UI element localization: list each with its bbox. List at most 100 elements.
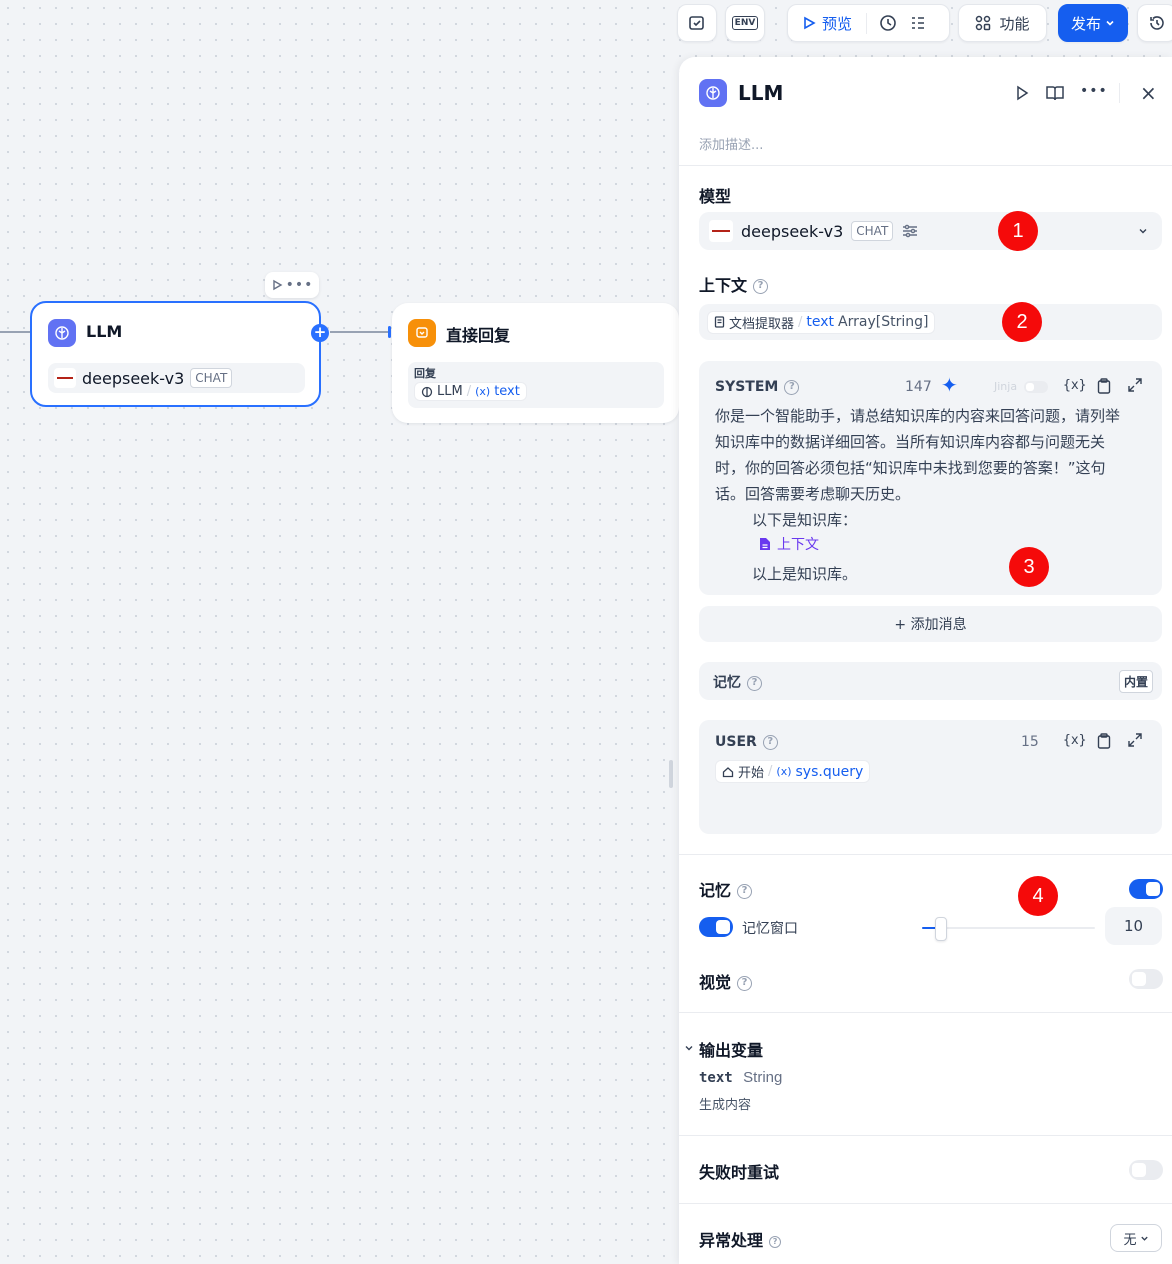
document-extractor-icon xyxy=(714,316,725,328)
output-var-desc: 生成内容 xyxy=(699,1098,752,1113)
user-label: USER? xyxy=(715,734,778,750)
env-icon: ENV xyxy=(731,16,759,30)
checklist-icon xyxy=(689,16,704,30)
error-handling-select[interactable]: 无 xyxy=(1110,1224,1162,1252)
model-label: 模型 xyxy=(699,187,732,206)
context-label: 上下文? xyxy=(699,272,769,296)
header-divider xyxy=(1119,83,1120,103)
close-icon[interactable]: × xyxy=(1140,81,1157,105)
context-var-pill: 文档提取器 / text Array[String] xyxy=(707,310,936,334)
memory-row-label-text: 记忆 xyxy=(713,675,741,691)
panel-resize-handle[interactable] xyxy=(669,760,673,788)
annotation-marker: 1 xyxy=(998,211,1038,251)
node-config-panel: LLM ••• × 添加描述... 模型 deepseek-v3 CHAT 上下… xyxy=(679,57,1172,1264)
model-settings-icon[interactable] xyxy=(901,223,919,239)
slider-thumb[interactable] xyxy=(935,917,948,941)
ai-generate-icon[interactable]: ✦ xyxy=(941,373,958,397)
docs-book-icon[interactable] xyxy=(1046,85,1064,101)
memory-window-toggle[interactable] xyxy=(699,917,733,937)
chevron-down-icon xyxy=(1106,20,1114,26)
answer-node-body: 回复 LLM / (x) text xyxy=(408,362,664,408)
divider xyxy=(679,1203,1172,1204)
more-options-icon[interactable]: ••• xyxy=(1080,83,1108,99)
help-icon[interactable]: ? xyxy=(769,1235,782,1248)
help-icon[interactable]: ? xyxy=(747,675,762,691)
preview-button[interactable]: 预览 xyxy=(802,12,868,34)
divider xyxy=(679,1012,1172,1013)
checklist-button[interactable] xyxy=(677,4,717,42)
memory-label: 记忆? xyxy=(699,877,753,901)
user-prompt-editor[interactable]: USER? 15 {x} 开始 / (x) sys.query xyxy=(699,720,1162,834)
llm-node-model-mode: CHAT xyxy=(190,368,233,388)
copy-icon[interactable] xyxy=(1097,378,1111,394)
retry-toggle[interactable] xyxy=(1129,1160,1163,1180)
help-icon[interactable]: ? xyxy=(753,279,769,294)
user-var-node: 开始 xyxy=(738,766,765,781)
answer-var-name: text xyxy=(494,384,520,399)
insert-variable-icon[interactable]: {x} xyxy=(1063,733,1086,748)
collapse-chevron-icon[interactable] xyxy=(684,1043,694,1053)
jinja-toggle[interactable] xyxy=(1024,381,1048,393)
env-button[interactable]: ENV xyxy=(725,4,765,42)
version-history-button[interactable] xyxy=(1137,4,1172,42)
context-var-type: Array[String] xyxy=(838,314,929,330)
divider xyxy=(679,165,1172,166)
annotation-marker: 4 xyxy=(1018,876,1058,916)
add-next-node-button[interactable]: + xyxy=(311,324,329,342)
expand-icon[interactable] xyxy=(1128,378,1142,392)
file-icon xyxy=(760,538,770,550)
run-icon[interactable] xyxy=(1014,85,1030,101)
context-tag-label: 上下文 xyxy=(777,537,819,553)
model-selector[interactable]: deepseek-v3 CHAT xyxy=(699,212,1162,250)
context-selector[interactable]: 文档提取器 / text Array[String] xyxy=(699,304,1162,340)
output-vars-label[interactable]: 输出变量 xyxy=(699,1037,763,1061)
run-history-icon[interactable] xyxy=(879,14,897,32)
answer-node[interactable]: 直接回复 回复 LLM / (x) text xyxy=(392,303,679,423)
memory-toggle[interactable] xyxy=(1129,879,1163,899)
brain-icon xyxy=(706,86,720,100)
help-icon[interactable]: ? xyxy=(784,379,800,395)
vision-toggle[interactable] xyxy=(1129,969,1163,989)
output-var-name: text xyxy=(699,1070,733,1086)
output-var-type: String xyxy=(743,1069,783,1086)
vision-label: 视觉? xyxy=(699,969,753,993)
user-var-pill: 开始 / (x) sys.query xyxy=(715,760,871,783)
features-button[interactable]: 功能 xyxy=(958,4,1047,42)
vision-label-text: 视觉 xyxy=(699,973,732,992)
variable-list-icon[interactable] xyxy=(909,14,927,32)
history-icon xyxy=(1150,16,1164,30)
expand-icon[interactable] xyxy=(1128,733,1142,747)
publish-button[interactable]: 发布 xyxy=(1058,4,1128,42)
model-name: deepseek-v3 xyxy=(741,221,844,241)
system-text-line: 你是一个智能助手，请总结知识库的内容来回答问题，请列举 xyxy=(715,407,1121,425)
kb-after-line: 以上是知识库。 xyxy=(752,565,858,583)
preview-group: 预览 xyxy=(787,4,950,42)
jinja-label: Jinja xyxy=(994,380,1018,393)
copy-icon[interactable] xyxy=(1097,733,1111,749)
help-icon[interactable]: ? xyxy=(737,884,753,899)
add-message-button[interactable]: + 添加消息 xyxy=(699,606,1162,642)
context-node-name: 文档提取器 xyxy=(729,316,795,332)
home-icon xyxy=(722,766,734,777)
memory-row-label: 记忆? xyxy=(713,672,762,692)
more-icon[interactable]: ••• xyxy=(286,278,314,292)
memory-row: 记忆? 内置 xyxy=(699,662,1162,700)
model-mode-badge: CHAT xyxy=(851,221,894,241)
run-node-icon[interactable] xyxy=(271,279,283,291)
panel-llm-icon xyxy=(699,79,727,107)
insert-variable-icon[interactable]: {x} xyxy=(1063,378,1086,393)
help-icon[interactable]: ? xyxy=(737,976,753,991)
help-icon[interactable]: ? xyxy=(762,734,778,750)
edge-llm-to-answer xyxy=(330,331,390,333)
system-prompt-editor[interactable]: SYSTEM? 147 ✦ Jinja {x} 你是一个智能助手，请总结知识库的… xyxy=(699,361,1162,595)
memory-window-slider[interactable] xyxy=(922,917,1095,941)
llm-node-model: deepseek-v3 CHAT xyxy=(48,363,305,393)
user-label-text: USER xyxy=(715,734,757,750)
user-var-name: sys.query xyxy=(795,763,864,780)
description-input[interactable]: 添加描述... xyxy=(699,134,763,153)
annotation-marker: 3 xyxy=(1009,547,1049,587)
publish-label: 发布 xyxy=(1070,14,1101,33)
answer-node-icon xyxy=(408,319,436,347)
memory-window-input[interactable]: 10 xyxy=(1105,907,1162,945)
llm-node[interactable]: LLM deepseek-v3 CHAT + xyxy=(30,301,329,407)
